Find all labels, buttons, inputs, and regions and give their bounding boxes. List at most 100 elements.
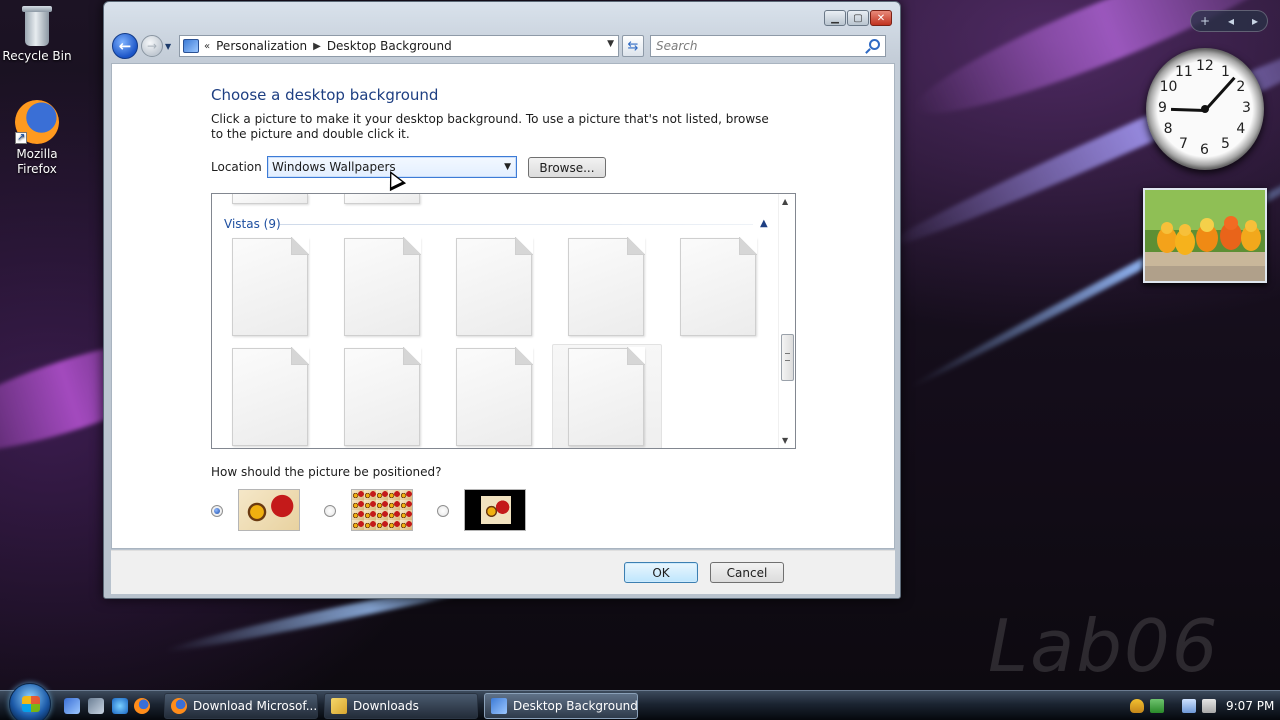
ok-button[interactable]: OK <box>624 562 698 583</box>
wallpaper-thumbnail[interactable] <box>344 347 421 446</box>
wallpaper-thumbnail[interactable] <box>680 237 757 336</box>
address-bar[interactable]: « Personalization ▶ Desktop Background ▼ <box>179 35 619 57</box>
switch-windows-icon[interactable] <box>88 698 104 714</box>
refresh-button[interactable]: ⇆ <box>622 35 644 57</box>
refresh-icon: ⇆ <box>627 38 639 54</box>
control-panel-icon <box>183 39 199 53</box>
desktop-icon-label: Recycle Bin <box>2 49 72 63</box>
clock-numeral: 4 <box>1236 121 1246 137</box>
taskbar: Download Microsof... Downloads Desktop B… <box>0 683 1280 720</box>
clock-numeral: 6 <box>1200 142 1209 158</box>
start-button[interactable] <box>9 683 51 720</box>
position-tile-preview[interactable] <box>351 489 413 531</box>
next-gadget-icon[interactable]: ▸ <box>1252 14 1258 28</box>
firefox-quicklaunch-icon[interactable] <box>134 698 150 714</box>
page-title: Choose a desktop background <box>211 86 439 104</box>
internet-explorer-icon[interactable] <box>112 698 128 714</box>
sidebar-gadget-controls: + ◂ ▸ <box>1190 10 1268 32</box>
location-dropdown-value: Windows Wallpapers <box>272 160 396 174</box>
file-icon <box>515 237 533 255</box>
volume-muted-icon[interactable] <box>1202 699 1216 713</box>
cancel-button[interactable]: Cancel <box>710 562 784 583</box>
clock-numeral: 2 <box>1236 79 1246 95</box>
navigation-bar: ← → ▼ « Personalization ▶ Desktop Backgr… <box>112 32 894 60</box>
clock-numeral: 10 <box>1159 79 1178 95</box>
chevron-down-icon: ▼ <box>504 162 511 172</box>
position-fit-radio[interactable] <box>211 505 223 517</box>
close-button[interactable]: ✕ <box>870 10 892 26</box>
file-icon <box>291 347 309 365</box>
system-tray: 9:07 PM <box>1130 691 1280 720</box>
clock-minute-hand <box>1203 76 1236 112</box>
content-pane: Choose a desktop background Click a pict… <box>111 63 895 549</box>
wallpaper-thumbnail-selected[interactable] <box>552 344 662 448</box>
browse-button[interactable]: Browse... <box>528 157 606 178</box>
position-center-radio[interactable] <box>437 505 449 517</box>
breadcrumb-personalization[interactable]: Personalization <box>216 39 307 53</box>
wallpaper-thumbnail[interactable] <box>568 237 645 336</box>
previous-gadget-icon[interactable]: ◂ <box>1228 14 1234 28</box>
show-desktop-icon[interactable] <box>64 698 80 714</box>
wallpaper-thumbnail[interactable] <box>344 194 420 204</box>
desktop: Lab06 Recycle Bin Mozilla Firefox + ◂ ▸ … <box>0 0 1280 690</box>
wallpaper-thumbnail[interactable] <box>232 194 308 204</box>
recent-pages-dropdown-icon[interactable]: ▼ <box>165 42 175 51</box>
desktop-watermark: Lab06 <box>988 604 1220 688</box>
search-icon[interactable] <box>869 39 880 50</box>
collapse-group-icon[interactable]: ▲ <box>760 218 768 229</box>
taskbar-item-desktop-background[interactable]: Desktop Background <box>484 693 638 719</box>
address-dropdown-icon[interactable]: ▼ <box>607 39 614 49</box>
clock-numeral: 7 <box>1179 136 1188 153</box>
clock-hour-hand <box>1170 107 1206 112</box>
gallery-scrollbar[interactable]: ▲ ▼ <box>778 194 795 448</box>
position-center-preview[interactable] <box>464 489 526 531</box>
position-label: How should the picture be positioned? <box>211 465 442 479</box>
dialog-footer: OK Cancel <box>111 550 895 594</box>
wallpaper-thumbnail[interactable] <box>456 237 533 336</box>
clock-gadget[interactable]: 12 1 2 3 4 5 6 7 8 9 10 11 <box>1146 48 1264 170</box>
file-icon <box>291 237 309 255</box>
forward-arrow-icon: → <box>146 39 158 53</box>
search-input[interactable] <box>656 39 856 53</box>
scroll-down-icon[interactable]: ▼ <box>782 436 788 445</box>
desktop-icon-recycle-bin[interactable]: Recycle Bin <box>0 4 74 64</box>
file-icon <box>627 237 645 255</box>
slideshow-gadget[interactable] <box>1143 188 1267 283</box>
shortcut-arrow-icon <box>15 130 27 145</box>
recycle-bin-icon <box>20 4 54 46</box>
page-description: Click a picture to make it your desktop … <box>211 112 769 141</box>
desktop-icon-firefox[interactable]: Mozilla Firefox <box>0 100 74 177</box>
breadcrumb-overflow-icon[interactable]: « <box>204 41 210 52</box>
taskbar-clock[interactable]: 9:07 PM <box>1226 699 1274 713</box>
position-tile-radio[interactable] <box>324 505 336 517</box>
scroll-up-icon[interactable]: ▲ <box>782 197 788 206</box>
add-gadget-icon[interactable]: + <box>1200 14 1210 28</box>
back-button[interactable]: ← <box>112 33 138 59</box>
search-box <box>650 35 886 57</box>
taskbar-item-firefox[interactable]: Download Microsof... <box>164 693 318 719</box>
clock-numeral: 9 <box>1158 100 1167 116</box>
wallpaper-thumbnail[interactable] <box>232 347 309 446</box>
folder-icon <box>331 698 347 714</box>
firefox-icon <box>15 100 59 145</box>
security-shield-icon[interactable] <box>1130 699 1144 713</box>
breadcrumb-desktop-background[interactable]: Desktop Background <box>327 39 452 53</box>
wallpaper-thumbnail[interactable] <box>344 237 421 336</box>
firefox-icon <box>171 698 187 714</box>
windows-logo-icon <box>22 696 40 712</box>
breadcrumb-separator-icon[interactable]: ▶ <box>313 41 321 52</box>
group-header-vistas[interactable]: Vistas (9) <box>224 217 281 231</box>
taskbar-item-downloads[interactable]: Downloads <box>324 693 478 719</box>
windows-update-icon[interactable] <box>1150 699 1164 713</box>
forward-button[interactable]: → <box>141 35 163 57</box>
position-fit-preview[interactable] <box>238 489 300 531</box>
scrollbar-thumb[interactable] <box>781 334 794 381</box>
minimize-button[interactable]: ▁ <box>824 10 846 26</box>
wallpaper-thumbnail[interactable] <box>456 347 533 446</box>
maximize-button[interactable]: ▢ <box>847 10 869 26</box>
group-divider <box>280 224 753 225</box>
file-icon <box>403 237 421 255</box>
network-icon[interactable] <box>1182 699 1196 713</box>
wallpaper-thumbnail[interactable] <box>232 237 309 336</box>
caption-buttons: ▁ ▢ ✕ <box>824 10 892 26</box>
